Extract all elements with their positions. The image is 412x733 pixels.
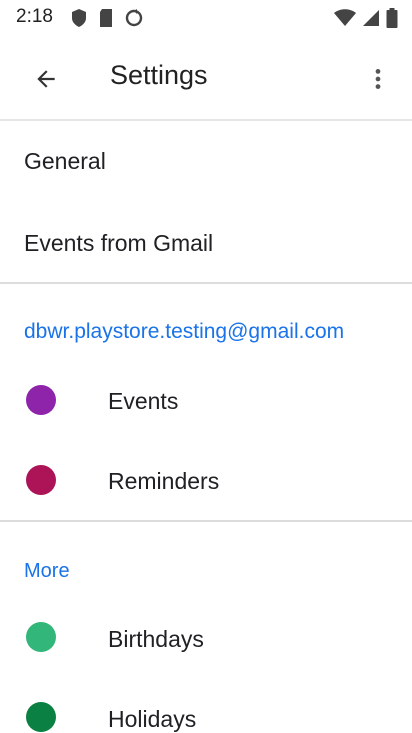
calendar-color-dot: [26, 385, 56, 415]
status-time: 2:18: [16, 6, 53, 27]
events-from-gmail-label: Events from Gmail: [24, 230, 214, 256]
calendar-label: Events: [108, 388, 179, 414]
page-title: Settings: [110, 60, 208, 90]
wifi-icon: [334, 9, 356, 26]
calendar-item-holidays[interactable]: Holidays: [0, 678, 412, 732]
sync-icon: [125, 9, 143, 27]
calendar-color-dot: [26, 622, 56, 652]
status-bar: 2:18: [0, 0, 412, 38]
battery-icon: [386, 8, 398, 28]
section-divider: [0, 282, 412, 284]
sd-card-icon: [100, 9, 112, 27]
calendar-label: Reminders: [108, 468, 220, 494]
account-email[interactable]: dbwr.playstore.testing@gmail.com: [24, 320, 344, 344]
calendar-item-birthdays[interactable]: Birthdays: [0, 598, 412, 678]
calendar-label: Birthdays: [108, 626, 204, 652]
settings-item-general[interactable]: General: [0, 122, 412, 202]
calendar-color-dot: [26, 702, 56, 732]
calendar-item-events[interactable]: Events: [0, 360, 412, 440]
calendar-label: Holidays: [108, 706, 197, 732]
more-vert-icon: [375, 69, 381, 89]
status-icons-right: [334, 8, 398, 28]
app-bar: Settings: [0, 38, 412, 120]
shield-icon: [72, 9, 86, 27]
back-button[interactable]: [22, 58, 70, 100]
more-options-button[interactable]: [360, 58, 396, 100]
section-divider: [0, 520, 412, 522]
section-header-more: More: [24, 560, 70, 582]
settings-item-events-from-gmail[interactable]: Events from Gmail: [0, 202, 412, 282]
general-label: General: [24, 148, 106, 174]
header-divider: [0, 119, 412, 121]
arrow-back-icon: [37, 70, 55, 88]
status-icons-left: [70, 8, 144, 28]
calendar-color-dot: [26, 465, 56, 495]
signal-icon: [363, 10, 379, 26]
calendar-item-reminders[interactable]: Reminders: [0, 440, 412, 520]
